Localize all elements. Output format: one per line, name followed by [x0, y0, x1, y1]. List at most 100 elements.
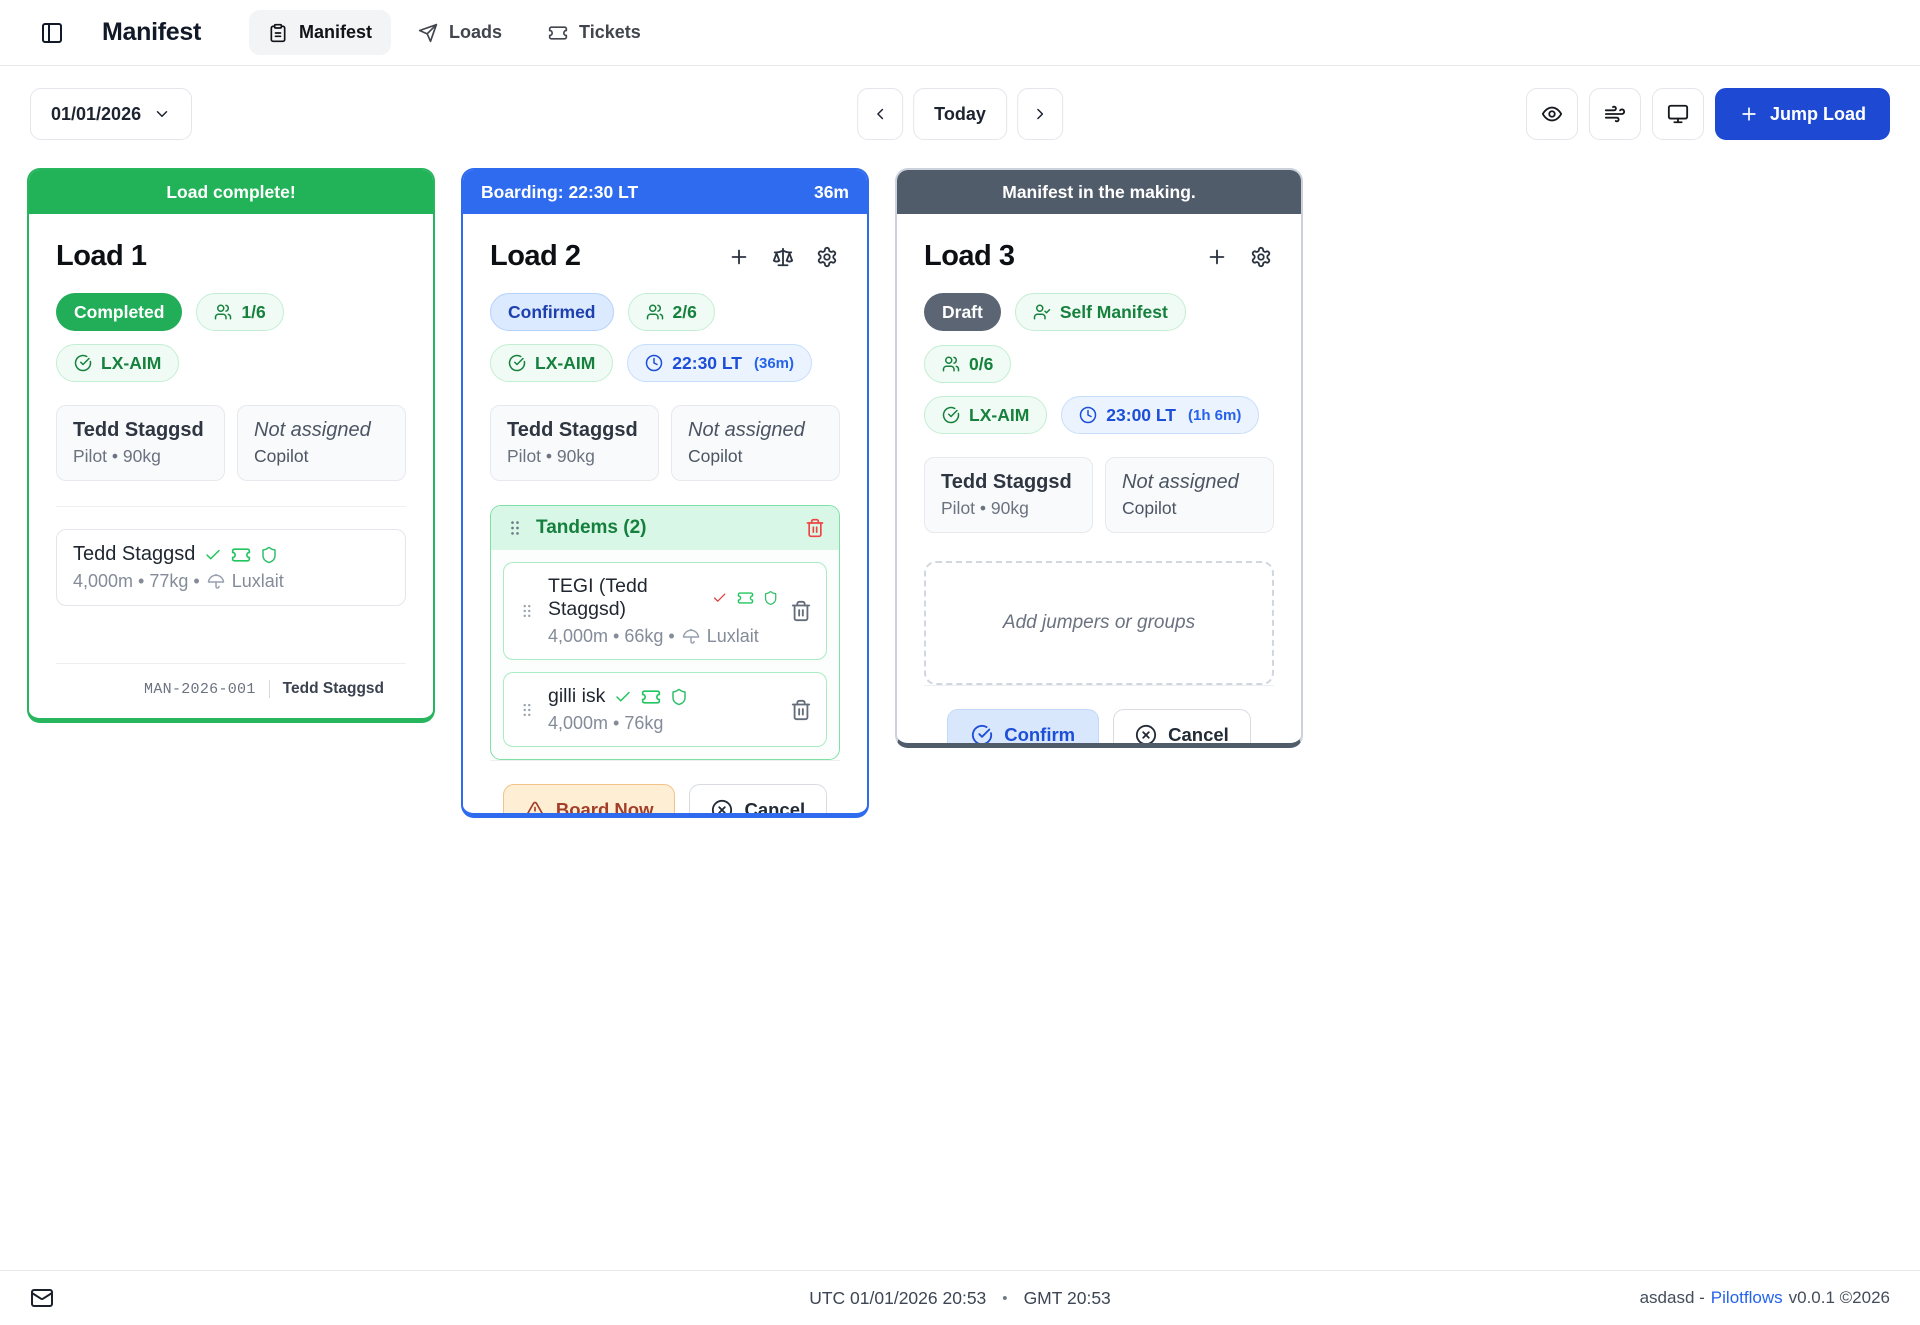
sidebar-toggle-button[interactable]: [30, 11, 74, 55]
weight-balance-button[interactable]: [770, 244, 796, 270]
view-mode-button[interactable]: [1526, 88, 1578, 140]
load-card-2: Boarding: 22:30 LT 36m Load 2 Confirmed …: [461, 168, 869, 818]
tandems-group-header: Tandems (2): [491, 506, 839, 550]
plus-icon: [728, 246, 750, 268]
gear-icon: [816, 246, 838, 268]
manifest-meta: MAN-2026-001 Tedd Staggsd: [56, 663, 406, 718]
load-1-body: Load 1 Completed 1/6 LX-AIM Tedd: [29, 214, 433, 718]
countdown-text: 36m: [814, 182, 849, 203]
tab-label: Loads: [449, 22, 502, 43]
wind-conditions-button[interactable]: [1589, 88, 1641, 140]
capacity-badge: 0/6: [924, 345, 1011, 383]
pilot-name: Tedd Staggsd: [73, 419, 208, 442]
dropzone-hint: Add jumpers or groups: [1003, 612, 1195, 634]
cancel-label: Cancel: [1168, 724, 1229, 746]
brand-link[interactable]: Pilotflows: [1711, 1288, 1783, 1308]
tab-manifest[interactable]: Manifest: [249, 10, 391, 55]
add-jumper-button[interactable]: [1204, 244, 1230, 270]
takeoff-time-badge: 22:30 LT (36m): [627, 344, 812, 382]
ticket-icon: [548, 23, 568, 43]
load-2-actions: Board Now Cancel: [490, 760, 840, 818]
self-manifest-label: Self Manifest: [1060, 302, 1168, 323]
display-mode-button[interactable]: [1652, 88, 1704, 140]
copilot-slot[interactable]: Not assigned Copilot: [1105, 457, 1274, 533]
remove-jumper-button[interactable]: [790, 699, 812, 721]
clipboard-icon: [268, 23, 288, 43]
load-1-banner: Load complete!: [29, 170, 433, 214]
board-now-button[interactable]: Board Now: [503, 784, 676, 818]
delete-group-button[interactable]: [805, 518, 825, 538]
tandem-jumper-row[interactable]: gilli isk 4,000m • 76kg: [503, 672, 827, 747]
selected-date: 01/01/2026: [51, 104, 141, 125]
cancel-load-button[interactable]: Cancel: [1113, 709, 1251, 748]
gmt-time: GMT 20:53: [1024, 1288, 1111, 1309]
capacity-label: 0/6: [969, 354, 993, 375]
copilot-meta: Copilot: [1122, 498, 1257, 519]
tandems-group-body: TEGI (Tedd Staggsd) 4,000m • 66kg • Luxl…: [491, 550, 839, 759]
load-3-actions: Confirm Cancel: [924, 685, 1274, 748]
pilot-slot[interactable]: Tedd Staggsd Pilot • 90kg: [924, 457, 1093, 533]
jumper-name: gilli isk: [548, 685, 605, 708]
today-label: Today: [934, 104, 986, 125]
jumper-row[interactable]: Tedd Staggsd 4,000m • 77kg • Luxlait: [56, 529, 406, 606]
jump-load-button[interactable]: Jump Load: [1715, 88, 1890, 140]
footer-branding: asdasd - Pilotflows v0.0.1 ©2026: [1640, 1288, 1890, 1308]
add-jumper-button[interactable]: [726, 244, 752, 270]
load-card-1: Load complete! Load 1 Completed 1/6 LX-A…: [27, 168, 435, 723]
load-2-body: Load 2 Confirmed 2/6 LX-: [463, 214, 867, 818]
x-circle-icon: [1135, 724, 1157, 746]
tab-tickets[interactable]: Tickets: [529, 10, 660, 55]
chevron-right-icon: [1031, 105, 1049, 123]
banner-text: Load complete!: [166, 182, 295, 203]
toolbar: 01/01/2026 Today Jump Load: [0, 66, 1920, 164]
confirm-load-button[interactable]: Confirm: [947, 709, 1099, 748]
load-settings-button[interactable]: [1248, 244, 1274, 270]
add-jumpers-dropzone[interactable]: Add jumpers or groups: [924, 561, 1274, 685]
canopy-icon: [682, 628, 700, 646]
manifest-pilot: Tedd Staggsd: [283, 680, 384, 698]
remove-jumper-button[interactable]: [790, 600, 812, 622]
load-2-banner: Boarding: 22:30 LT 36m: [463, 170, 867, 214]
x-circle-icon: [711, 799, 733, 819]
next-day-button[interactable]: [1017, 88, 1063, 140]
page-title: Manifest: [102, 18, 201, 47]
trash-icon: [790, 699, 812, 721]
load-settings-button[interactable]: [814, 244, 840, 270]
copilot-name: Not assigned: [1122, 471, 1257, 494]
self-manifest-badge: Self Manifest: [1015, 293, 1186, 331]
check-icon: [712, 589, 727, 607]
separator: •: [1002, 1290, 1007, 1307]
drag-handle[interactable]: [518, 701, 536, 719]
divider: [269, 680, 270, 698]
previous-day-button[interactable]: [857, 88, 903, 140]
pilot-slot[interactable]: Tedd Staggsd Pilot • 90kg: [56, 405, 225, 481]
aircraft-badge: LX-AIM: [490, 344, 613, 382]
pilot-name: Tedd Staggsd: [941, 471, 1076, 494]
aircraft-label: LX-AIM: [535, 353, 595, 374]
chevron-left-icon: [871, 105, 889, 123]
today-button[interactable]: Today: [913, 88, 1007, 140]
mail-icon: [30, 1286, 54, 1310]
tandem-jumper-row[interactable]: TEGI (Tedd Staggsd) 4,000m • 66kg • Luxl…: [503, 562, 827, 660]
tab-loads[interactable]: Loads: [399, 10, 521, 55]
cancel-load-button[interactable]: Cancel: [689, 784, 827, 818]
drag-handle[interactable]: [518, 602, 536, 620]
user-check-icon: [1033, 303, 1051, 321]
grip-icon: [518, 602, 536, 620]
scale-icon: [772, 246, 794, 268]
drag-handle[interactable]: [505, 518, 525, 538]
load-3-body: Load 3 Draft Self Manifest 0/6: [897, 214, 1301, 748]
trash-icon: [805, 518, 825, 538]
date-picker-button[interactable]: 01/01/2026: [30, 88, 192, 140]
copilot-name: Not assigned: [254, 419, 389, 442]
messages-button[interactable]: [30, 1286, 54, 1310]
copilot-slot[interactable]: Not assigned Copilot: [671, 405, 840, 481]
jumper-name: TEGI (Tedd Staggsd): [548, 575, 703, 621]
pilot-slot[interactable]: Tedd Staggsd Pilot • 90kg: [490, 405, 659, 481]
copilot-slot[interactable]: Not assigned Copilot: [237, 405, 406, 481]
ticket-icon: [641, 687, 661, 707]
shield-icon: [260, 546, 278, 564]
pilot-name: Tedd Staggsd: [507, 419, 642, 442]
aircraft-label: LX-AIM: [101, 353, 161, 374]
check-icon: [204, 546, 222, 564]
